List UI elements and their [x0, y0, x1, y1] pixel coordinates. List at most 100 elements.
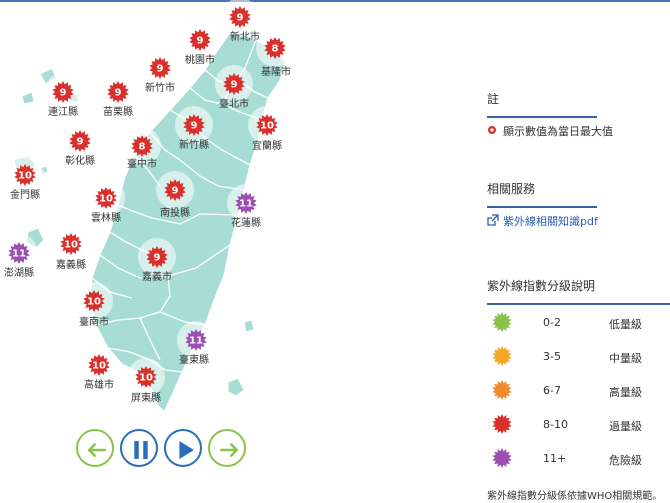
- legend-range: 8-10: [543, 418, 568, 431]
- uv-value: 9: [157, 64, 164, 75]
- uv-badge[interactable]: 9 連江縣: [44, 73, 82, 118]
- county-label: 金門縣: [10, 188, 40, 201]
- uv-badge[interactable]: 10 臺南市: [75, 282, 113, 328]
- uv-map: 9 新北市 9 桃園市 8 基隆市 9 新竹市 9 臺北市 9 連江縣 9 苗栗縣 9 新竹縣 10 宜蘭縣 9 彰化…: [0, 0, 294, 413]
- uv-value: 10: [260, 121, 274, 132]
- uv-value: 8: [272, 44, 279, 55]
- uv-badge[interactable]: 10 宜蘭縣: [248, 106, 286, 152]
- uv-level-burst-icon: [492, 380, 512, 400]
- county-label: 新竹市: [145, 81, 175, 94]
- uv-badge[interactable]: 9 南投縣: [156, 171, 194, 219]
- uv-value: 9: [197, 36, 204, 47]
- uv-badge[interactable]: 11 澎湖縣: [0, 234, 38, 279]
- footer-text: 紫外線指數分級係依據WHO相關規範。: [487, 491, 663, 502]
- legend-item: 0-2 低量級: [487, 312, 670, 333]
- uv-value: 9: [77, 137, 84, 148]
- uv-value: 11: [12, 249, 26, 260]
- uv-badge[interactable]: 9 嘉義市: [138, 238, 176, 283]
- uv-level-burst-icon: [492, 448, 512, 468]
- arrow-left-icon: [87, 443, 107, 457]
- county-label: 基隆市: [261, 65, 291, 78]
- county-label: 宜蘭縣: [252, 139, 282, 152]
- uv-badge[interactable]: 10 金門縣: [6, 156, 44, 201]
- legend-item: 11+ 危險級: [487, 448, 670, 469]
- green-island: [243, 319, 255, 333]
- legend-label: 中量級: [609, 352, 642, 365]
- uv-value: 11: [239, 199, 253, 210]
- uv-value: 10: [87, 297, 101, 308]
- arrow-right-icon: [219, 443, 239, 457]
- legend-section: 紫外線指數分級說明: [487, 277, 670, 305]
- uv-badge[interactable]: 11 花蓮縣: [227, 184, 265, 229]
- county-label: 嘉義市: [142, 270, 172, 283]
- uv-knowledge-pdf-link[interactable]: 紫外線相關知識pdf: [503, 213, 598, 229]
- county-label: 花蓮縣: [231, 216, 261, 229]
- orchid-island: [227, 377, 245, 397]
- uv-badge[interactable]: 9 新竹縣: [175, 106, 213, 151]
- uv-badge[interactable]: 9 新竹市: [141, 49, 179, 94]
- uv-value: 9: [172, 186, 179, 197]
- county-label: 新北市: [230, 30, 260, 43]
- bullet-dot-icon: [488, 126, 496, 134]
- county-label: 彰化縣: [65, 154, 95, 167]
- uv-badge[interactable]: 9 臺北市: [215, 65, 253, 110]
- uv-value: 10: [139, 373, 153, 384]
- uv-badge[interactable]: 10 屏東縣: [127, 358, 165, 404]
- uv-value: 9: [231, 80, 238, 91]
- uv-badge[interactable]: 11 臺東縣: [177, 321, 215, 366]
- prev-button[interactable]: [76, 429, 114, 467]
- uv-level-burst-icon: [492, 312, 512, 332]
- county-label: 臺北市: [219, 97, 249, 110]
- legend-range: 3-5: [543, 350, 561, 363]
- pause-button[interactable]: [120, 429, 158, 467]
- uv-badge[interactable]: 10 高雄市: [80, 346, 118, 391]
- legend-title: 紫外線指數分級說明: [487, 279, 596, 293]
- uv-value: 9: [237, 13, 244, 24]
- play-button[interactable]: [164, 429, 202, 467]
- services-title-underline: [487, 206, 597, 208]
- uv-value: 9: [115, 88, 122, 99]
- county-label: 連江縣: [48, 105, 78, 118]
- uv-level-burst-icon: [492, 414, 512, 434]
- uv-value: 10: [18, 171, 32, 182]
- uv-badge[interactable]: 8 臺中市: [123, 127, 161, 170]
- legend-title-underline: [487, 303, 670, 305]
- play-icon: [179, 441, 194, 459]
- uv-level-burst-icon: [492, 346, 512, 366]
- uv-value: 9: [154, 253, 161, 264]
- legend-label: 過量級: [609, 420, 642, 433]
- uv-value: 10: [64, 240, 78, 251]
- legend-range: 6-7: [543, 384, 561, 397]
- uv-badge[interactable]: 10 嘉義縣: [52, 225, 90, 271]
- county-label: 雲林縣: [91, 211, 121, 224]
- county-label: 南投縣: [160, 206, 190, 219]
- county-label: 澎湖縣: [4, 267, 34, 279]
- uv-value: 10: [99, 194, 113, 205]
- uv-value: 9: [191, 121, 198, 132]
- legend-range: 11+: [543, 452, 567, 465]
- legend-item: 8-10 過量級: [487, 414, 670, 435]
- uv-badge[interactable]: 10 雲林縣: [87, 179, 125, 224]
- legend-label: 高量級: [609, 386, 642, 399]
- uv-badge[interactable]: 8 基隆市: [256, 29, 294, 78]
- next-button[interactable]: [208, 429, 246, 467]
- uv-value: 8: [139, 142, 146, 153]
- county-label: 高雄市: [84, 378, 114, 391]
- note-text: 顯示數值為當日最大值: [503, 125, 613, 138]
- legend-label: 危險級: [609, 454, 642, 467]
- uv-badge[interactable]: 9 苗栗縣: [99, 73, 137, 118]
- legend-item: 6-7 高量級: [487, 380, 670, 401]
- footer-note: 紫外線指數分級係依據WHO相關規範。: [487, 484, 670, 503]
- county-label: 桃園市: [185, 53, 215, 66]
- note-section: 註: [487, 90, 670, 118]
- uv-badge[interactable]: 9 彰化縣: [61, 122, 99, 167]
- note-title-underline: [487, 116, 597, 118]
- county-label: 新竹縣: [179, 138, 209, 151]
- uv-value: 9: [60, 88, 67, 99]
- legend-item: 3-5 中量級: [487, 346, 670, 367]
- pause-icon: [134, 441, 148, 459]
- county-label: 臺東縣: [179, 353, 209, 366]
- uv-badge[interactable]: 9 桃園市: [181, 21, 219, 66]
- county-label: 臺南市: [79, 315, 109, 328]
- external-link-icon: [487, 214, 499, 226]
